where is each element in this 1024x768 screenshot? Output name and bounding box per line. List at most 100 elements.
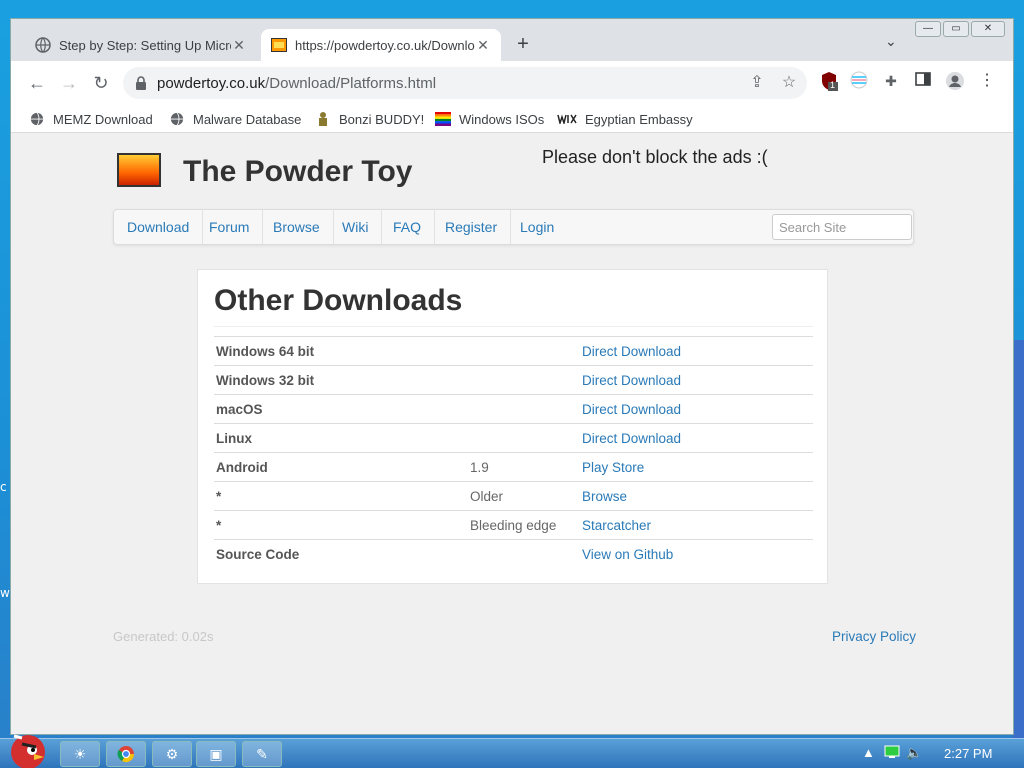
bookmark-bonzi[interactable]: Bonzi BUDDY! (315, 109, 424, 129)
site-title[interactable]: The Powder Toy (183, 155, 412, 189)
reload-icon[interactable]: ↻ (89, 71, 113, 95)
platform-name: * (214, 510, 468, 540)
browser-window: — ▭ ✕ Step by Step: Setting Up Microsoft… (10, 18, 1014, 735)
tab-strip: — ▭ ✕ Step by Step: Setting Up Microsoft… (11, 19, 1013, 61)
platform-version: Bleeding edge (468, 510, 580, 540)
bookmark-memz[interactable]: MEMZ Download (29, 109, 153, 129)
new-tab-button[interactable]: + (511, 33, 535, 56)
wix-logo-icon (557, 111, 577, 127)
ublock-extension-icon[interactable]: 1 (819, 71, 839, 91)
platform-version: 1.9 (468, 452, 580, 482)
taskbar-window-icon[interactable]: ▣ (196, 741, 236, 767)
bonzi-figure-icon (315, 111, 331, 127)
volume-icon[interactable]: 🔈 (906, 745, 922, 761)
address-bar[interactable]: powdertoy.co.uk/Download/Platforms.html (123, 67, 807, 99)
nav-register[interactable]: Register (432, 210, 512, 244)
download-link[interactable]: Direct Download (580, 365, 813, 395)
platform-version: Older (468, 481, 580, 511)
bookmark-label: Bonzi BUDDY! (339, 111, 425, 127)
download-link[interactable]: Play Store (580, 452, 813, 482)
platform-name: Windows 32 bit (214, 365, 468, 395)
platform-name: Source Code (214, 539, 468, 569)
nav-wiki[interactable]: Wiki (329, 210, 383, 244)
download-row: * Bleeding edge Starcatcher (214, 510, 813, 540)
bookmarks-bar: MEMZ Download Malware Database Bonzi BUD… (11, 105, 1013, 133)
downloads-table: Windows 64 bit Direct Download Windows 32 … (214, 336, 813, 569)
platform-version (468, 394, 580, 424)
nav-download[interactable]: Download (114, 210, 204, 244)
download-row: Windows 32 bit Direct Download (214, 365, 813, 395)
download-row: Source Code View on Github (214, 539, 813, 569)
download-link[interactable]: View on Github (580, 539, 813, 569)
maximize-button[interactable]: ▭ (943, 21, 969, 37)
generated-time: Generated: 0.02s (113, 629, 214, 644)
platform-name: macOS (214, 394, 468, 424)
site-search-input[interactable] (772, 214, 912, 240)
minimize-button[interactable]: — (915, 21, 941, 37)
pride-extension-icon[interactable] (849, 71, 869, 91)
download-link[interactable]: Direct Download (580, 423, 813, 453)
bookmark-egyptian-embassy[interactable]: Egyptian Embassy (557, 109, 693, 129)
powder-toy-favicon-icon (271, 37, 287, 53)
bookmark-windows-isos[interactable]: Windows ISOs (435, 109, 544, 129)
taskbar-explorer-icon[interactable]: ☀ (60, 741, 100, 767)
page-content: The Powder Toy Please don't block the ad… (11, 133, 1013, 734)
back-arrow-icon[interactable]: ← (25, 71, 49, 95)
download-row: Windows 64 bit Direct Download (214, 336, 813, 366)
taskbar-clock[interactable]: 2:27 PM (944, 746, 992, 761)
lock-icon (136, 76, 146, 90)
download-row: * Older Browse (214, 481, 813, 511)
platform-version (468, 336, 580, 366)
tab-powdertoy[interactable]: https://powdertoy.co.uk/Download ✕ (261, 29, 501, 61)
powder-toy-logo[interactable] (117, 153, 161, 187)
bookmark-label: Malware Database (193, 111, 302, 127)
bookmark-label: MEMZ Download (53, 111, 153, 127)
download-link[interactable]: Direct Download (580, 394, 813, 424)
platform-version (468, 365, 580, 395)
download-link[interactable]: Browse (580, 481, 813, 511)
platform-name: Android (214, 452, 468, 482)
forward-arrow-icon[interactable]: → (57, 71, 81, 95)
privacy-policy-link[interactable]: Privacy Policy (832, 629, 916, 644)
side-panel-icon[interactable] (913, 71, 933, 91)
download-link[interactable]: Starcatcher (580, 510, 813, 540)
tab-title: Step by Step: Setting Up Microsoft (59, 37, 231, 53)
taskbar-chrome-icon[interactable] (106, 741, 146, 767)
network-icon[interactable] (884, 745, 900, 762)
download-row: Android 1.9 Play Store (214, 452, 813, 482)
close-window-button[interactable]: ✕ (971, 21, 1005, 37)
download-link[interactable]: Direct Download (580, 336, 813, 366)
bookmark-malware-db[interactable]: Malware Database (169, 109, 301, 129)
nav-faq[interactable]: FAQ (380, 210, 436, 244)
globe-icon (35, 37, 51, 53)
downloads-panel: Other Downloads Windows 64 bit Direct Dow… (197, 269, 828, 584)
platform-name: * (214, 481, 468, 511)
extensions-puzzle-icon[interactable]: ✚ (881, 71, 901, 91)
download-row: macOS Direct Download (214, 394, 813, 424)
tab-step-by-step[interactable]: Step by Step: Setting Up Microsoft ✕ (25, 29, 257, 61)
tab-close-icon[interactable]: ✕ (231, 37, 247, 54)
bookmark-label: Egyptian Embassy (585, 111, 693, 127)
angry-bird-start-icon[interactable] (4, 728, 48, 768)
taskbar-tool-icon[interactable]: ✎ (242, 741, 282, 767)
share-icon[interactable]: ⇪ (745, 71, 769, 95)
nav-forum[interactable]: Forum (196, 210, 264, 244)
url-path: /Download/Platforms.html (265, 74, 437, 92)
bookmark-star-icon[interactable]: ☆ (777, 71, 801, 95)
show-hidden-icons-icon[interactable]: ▲ (862, 745, 875, 760)
platform-name: Linux (214, 423, 468, 453)
globe-icon (169, 111, 185, 127)
site-navbar: Download Forum Browse Wiki FAQ Register … (113, 209, 914, 245)
taskbar-app-icon[interactable]: ⚙ (152, 741, 192, 767)
nav-browse[interactable]: Browse (260, 210, 334, 244)
downloads-heading: Other Downloads (214, 284, 463, 317)
bookmark-label: Windows ISOs (459, 111, 545, 127)
profile-avatar-icon[interactable] (945, 71, 965, 91)
tab-close-icon[interactable]: ✕ (475, 37, 491, 54)
nav-login[interactable]: Login (507, 210, 567, 244)
download-row: Linux Direct Download (214, 423, 813, 453)
divider (214, 326, 813, 327)
menu-kebab-icon[interactable]: ⋮ (977, 71, 997, 91)
platform-version (468, 539, 580, 569)
tab-search-chevron-icon[interactable]: ⌄ (885, 33, 897, 50)
